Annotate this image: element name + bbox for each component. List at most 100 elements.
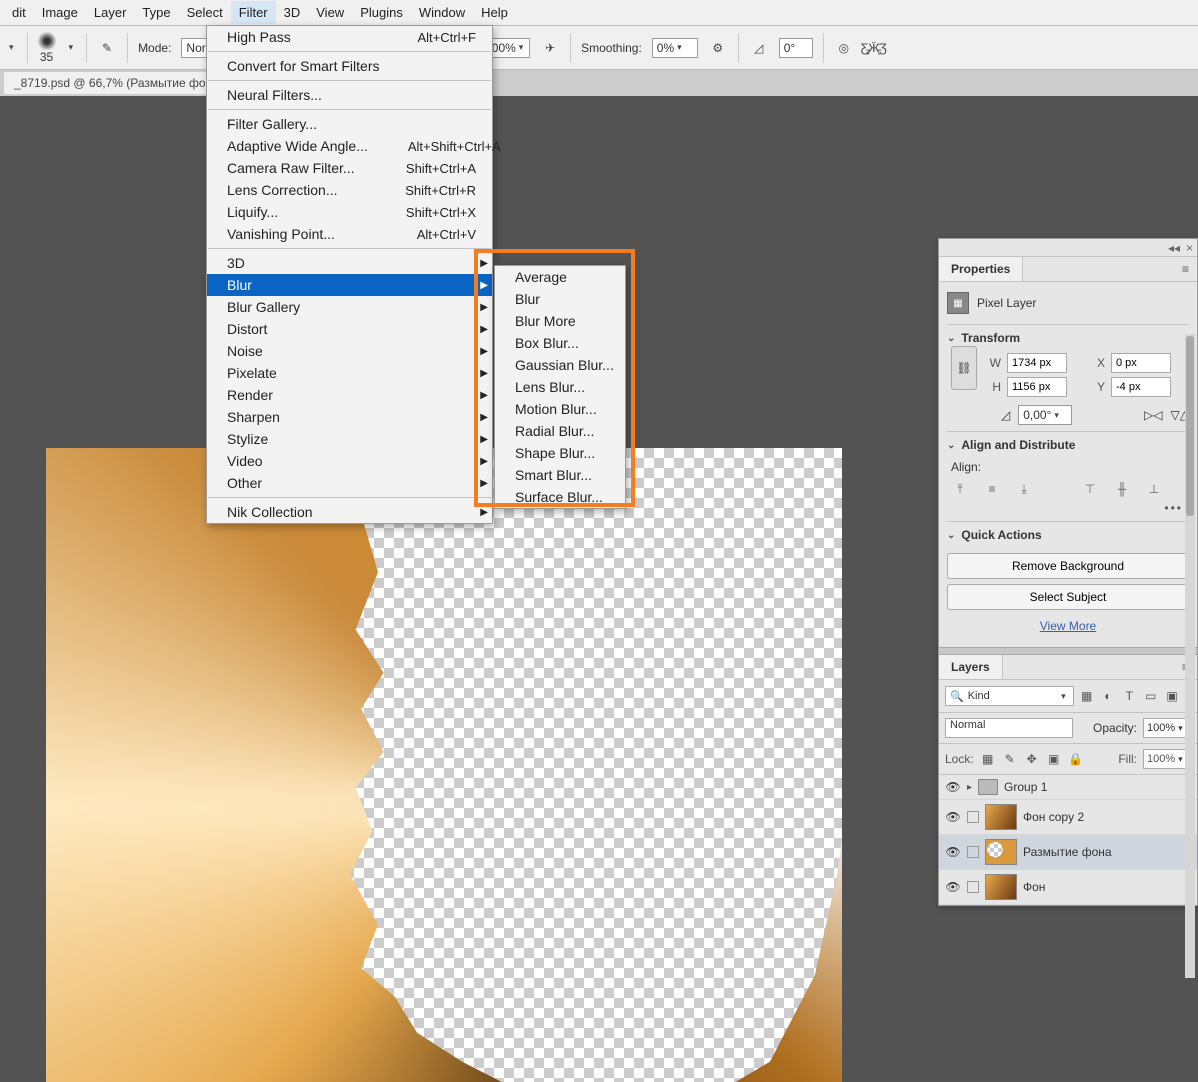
submenu-item-motion-blur-[interactable]: Motion Blur... <box>495 398 625 420</box>
input-x[interactable] <box>1111 353 1171 373</box>
link-wh-icon[interactable]: ⛓ <box>951 346 977 390</box>
menu-item-pixelate[interactable]: Pixelate▶ <box>207 362 492 384</box>
input-width[interactable] <box>1007 353 1067 373</box>
scrollbar[interactable] <box>1185 334 1195 978</box>
visibility-icon[interactable]: 👁 <box>945 810 961 824</box>
smoothing-input[interactable]: 0%▾ <box>652 38 698 58</box>
remove-background-button[interactable]: Remove Background <box>947 553 1189 579</box>
tab-layers[interactable]: Layers <box>939 655 1003 679</box>
layer-row[interactable]: 👁Фон copy 2 <box>939 800 1197 835</box>
layer-checkbox[interactable] <box>967 881 979 893</box>
layer-filter-select[interactable]: 🔍Kind▾ <box>945 686 1074 706</box>
panel-menu-icon[interactable]: ≡ <box>1174 257 1197 281</box>
visibility-icon[interactable]: 👁 <box>945 880 961 894</box>
lock-all-icon[interactable]: 🔒 <box>1068 752 1084 766</box>
menu-view[interactable]: View <box>308 1 352 24</box>
layer-row[interactable]: 👁▸Group 1 <box>939 775 1197 800</box>
menu-item-camera-raw-filter-[interactable]: Camera Raw Filter...Shift+Ctrl+A <box>207 157 492 179</box>
menu-item-adaptive-wide-angle-[interactable]: Adaptive Wide Angle...Alt+Shift+Ctrl+A <box>207 135 492 157</box>
collapse-icon[interactable]: ◂◂ <box>1168 241 1180 255</box>
menu-item-convert-smart[interactable]: Convert for Smart Filters <box>207 55 492 77</box>
visibility-icon[interactable]: 👁 <box>945 780 961 794</box>
align-top-icon[interactable]: ⊤ <box>1081 482 1099 497</box>
target-icon[interactable]: ◎ <box>834 38 854 58</box>
menu-item-neural[interactable]: Neural Filters... <box>207 84 492 106</box>
menu-item-filter-gallery-[interactable]: Filter Gallery... <box>207 113 492 135</box>
align-right-icon[interactable]: ⤓ <box>1015 482 1033 497</box>
menu-select[interactable]: Select <box>179 1 231 24</box>
menu-image[interactable]: Image <box>34 1 86 24</box>
submenu-item-box-blur-[interactable]: Box Blur... <box>495 332 625 354</box>
filter-type-icon[interactable]: T <box>1120 689 1138 703</box>
select-subject-button[interactable]: Select Subject <box>947 584 1189 610</box>
menu-item-vanishing-point-[interactable]: Vanishing Point...Alt+Ctrl+V <box>207 223 492 245</box>
section-align[interactable]: ⌄Align and Distribute <box>947 431 1189 458</box>
tool-dropdown-icon[interactable]: ▾ <box>6 42 17 53</box>
submenu-item-smart-blur-[interactable]: Smart Blur... <box>495 464 625 486</box>
gear-icon[interactable]: ⚙ <box>708 38 728 58</box>
more-icon[interactable]: ••• <box>947 501 1189 521</box>
submenu-item-average[interactable]: Average <box>495 266 625 288</box>
lock-move-icon[interactable]: ✥ <box>1024 752 1040 766</box>
filter-adjust-icon[interactable]: ◐ <box>1099 689 1117 703</box>
input-height[interactable] <box>1007 377 1067 397</box>
align-vcenter-icon[interactable]: ╫ <box>1113 482 1131 497</box>
menu-item-lens-correction-[interactable]: Lens Correction...Shift+Ctrl+R <box>207 179 492 201</box>
filter-pixel-icon[interactable]: ▦ <box>1078 689 1096 703</box>
menu-3d[interactable]: 3D <box>276 1 309 24</box>
lock-trans-icon[interactable]: ▦ <box>980 752 996 766</box>
layer-checkbox[interactable] <box>967 811 979 823</box>
submenu-item-radial-blur-[interactable]: Radial Blur... <box>495 420 625 442</box>
brush-panel-icon[interactable]: ✎ <box>97 38 117 58</box>
input-angle[interactable]: 0,00°▾ <box>1018 405 1072 425</box>
menu-item-video[interactable]: Video▶ <box>207 450 492 472</box>
angle-input[interactable]: 0° <box>779 38 813 58</box>
view-more-link[interactable]: View More <box>947 615 1189 641</box>
menu-item-nik[interactable]: Nik Collection▶ <box>207 501 492 523</box>
align-left-icon[interactable]: ⤒ <box>951 482 969 497</box>
chevron-right-icon[interactable]: ▸ <box>967 782 972 793</box>
document-tab[interactable]: _8719.psd @ 66,7% (Размытие фон <box>4 72 230 94</box>
blend-mode-select[interactable]: Normal <box>945 718 1073 738</box>
airbrush-icon[interactable]: ✈ <box>540 38 560 58</box>
section-quick[interactable]: ⌄Quick Actions <box>947 521 1189 548</box>
flip-h-icon[interactable]: ▷◁ <box>1144 408 1162 422</box>
menu-plugins[interactable]: Plugins <box>352 1 411 24</box>
layer-checkbox[interactable] <box>967 846 979 858</box>
brush-dropdown-icon[interactable]: ▾ <box>66 42 77 53</box>
filter-smart-icon[interactable]: ▣ <box>1163 689 1181 703</box>
submenu-item-gaussian-blur-[interactable]: Gaussian Blur... <box>495 354 625 376</box>
layer-row[interactable]: 👁Фон <box>939 870 1197 905</box>
submenu-item-shape-blur-[interactable]: Shape Blur... <box>495 442 625 464</box>
butterfly-icon[interactable]: Ƹ̵̡Ӝ̵̨̄Ʒ <box>864 38 884 58</box>
opacity-input[interactable]: 100%▾ <box>1143 718 1191 738</box>
lock-paint-icon[interactable]: ✎ <box>1002 752 1018 766</box>
menu-type[interactable]: Type <box>134 1 178 24</box>
menu-help[interactable]: Help <box>473 1 516 24</box>
menu-item-liquify-[interactable]: Liquify...Shift+Ctrl+X <box>207 201 492 223</box>
tab-properties[interactable]: Properties <box>939 257 1023 281</box>
submenu-item-blur-more[interactable]: Blur More <box>495 310 625 332</box>
filter-shape-icon[interactable]: ▭ <box>1142 689 1160 703</box>
submenu-item-blur[interactable]: Blur <box>495 288 625 310</box>
menu-item-3d[interactable]: 3D▶ <box>207 252 492 274</box>
menu-item-sharpen[interactable]: Sharpen▶ <box>207 406 492 428</box>
menu-window[interactable]: Window <box>411 1 473 24</box>
section-transform[interactable]: ⌄Transform <box>947 324 1189 351</box>
brush-preset[interactable]: 35 <box>38 32 56 63</box>
input-y[interactable] <box>1111 377 1171 397</box>
menu-item-blur[interactable]: Blur▶ <box>207 274 492 296</box>
lock-artboard-icon[interactable]: ▣ <box>1046 752 1062 766</box>
align-hcenter-icon[interactable]: ≡ <box>983 482 1001 497</box>
submenu-item-lens-blur-[interactable]: Lens Blur... <box>495 376 625 398</box>
menu-item-stylize[interactable]: Stylize▶ <box>207 428 492 450</box>
align-bottom-icon[interactable]: ⊥ <box>1145 482 1163 497</box>
menu-item-noise[interactable]: Noise▶ <box>207 340 492 362</box>
layer-row[interactable]: 👁Размытие фона <box>939 835 1197 870</box>
visibility-icon[interactable]: 👁 <box>945 845 961 859</box>
menu-dit[interactable]: dit <box>4 1 34 24</box>
canvas[interactable] <box>46 448 842 1082</box>
menu-item-distort[interactable]: Distort▶ <box>207 318 492 340</box>
close-icon[interactable]: × <box>1186 241 1193 255</box>
menu-item-last-filter[interactable]: High PassAlt+Ctrl+F <box>207 26 492 48</box>
